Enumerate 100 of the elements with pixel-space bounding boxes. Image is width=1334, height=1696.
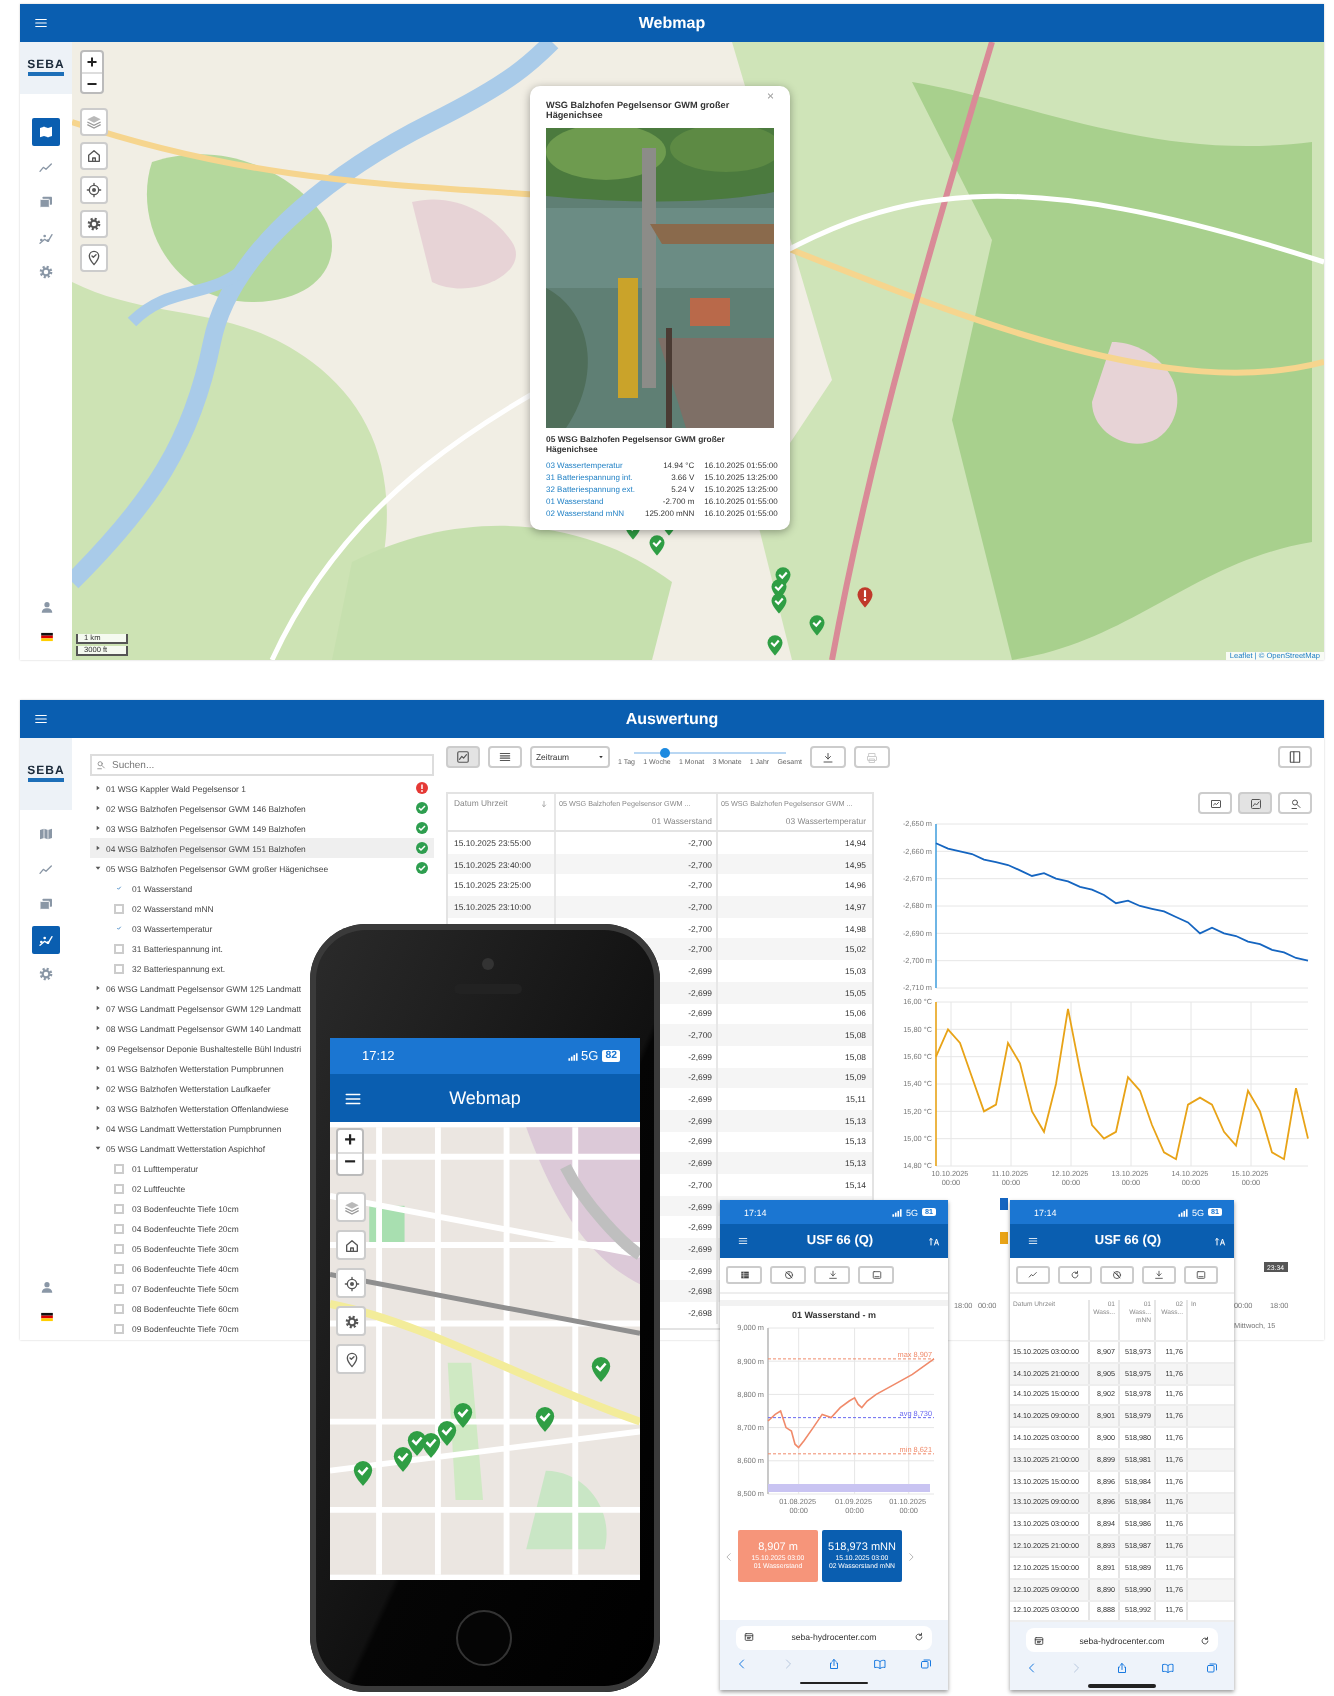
menu-icon: [34, 16, 48, 30]
line-chart-icon: [38, 159, 54, 176]
documents-icon: [38, 194, 54, 211]
user-icon[interactable]: [39, 1280, 53, 1294]
menu-button[interactable]: [734, 1232, 752, 1250]
image-icon: [871, 1270, 881, 1280]
map-icon: [38, 124, 54, 140]
zoom-button[interactable]: −: [338, 1152, 362, 1174]
chart-icon: [1249, 797, 1261, 809]
image-icon: [1209, 797, 1221, 809]
check-marker-icon[interactable]: [451, 1402, 473, 1428]
download-button[interactable]: [810, 746, 846, 768]
flag-icon[interactable]: [39, 1310, 53, 1324]
menu-icon: [1028, 1236, 1038, 1246]
legend-swatch[interactable]: [1000, 1198, 1008, 1210]
next-icon[interactable]: [906, 1551, 916, 1561]
slider-thumb[interactable]: [659, 748, 670, 758]
back-icon[interactable]: [1025, 1661, 1038, 1674]
map-icon: [38, 826, 54, 842]
clock-button[interactable]: [770, 1266, 806, 1284]
refresh-button[interactable]: [1058, 1266, 1092, 1284]
nav-button[interactable]: [32, 925, 60, 954]
layers-icon: [343, 1199, 359, 1215]
tabs-icon[interactable]: [1206, 1661, 1219, 1674]
table-button[interactable]: [726, 1266, 762, 1284]
signal-icon: [891, 1207, 902, 1217]
bookmarks-icon[interactable]: [1161, 1661, 1174, 1674]
signal-icon: [1177, 1207, 1188, 1217]
settings-button[interactable]: [336, 1306, 366, 1336]
check-marker-icon[interactable]: [589, 1356, 611, 1382]
settings-icon: [343, 1313, 359, 1329]
sort-icon[interactable]: [1213, 1235, 1226, 1247]
sort-icon[interactable]: [927, 1235, 940, 1247]
menu-icon: [34, 712, 48, 726]
image-icon: [1196, 1270, 1206, 1280]
previous-icon[interactable]: [724, 1551, 734, 1561]
checkbox[interactable]: [114, 883, 124, 893]
back-icon[interactable]: [735, 1658, 748, 1670]
share-icon[interactable]: [827, 1658, 840, 1670]
panel-button[interactable]: [1278, 746, 1312, 768]
header-title: Auswertung: [625, 710, 719, 728]
locate-icon: [343, 1275, 359, 1291]
list-icon: [498, 750, 512, 764]
bookmarks-icon[interactable]: [873, 1658, 886, 1670]
page-icon: [743, 1632, 754, 1642]
trend-icon: [38, 931, 54, 948]
download-icon: [822, 751, 834, 763]
header-title: Webmap: [638, 14, 706, 32]
print-icon: [866, 751, 878, 763]
menu-icon: [738, 1236, 748, 1246]
image-button[interactable]: [1184, 1266, 1218, 1284]
zoom-button[interactable]: +: [338, 1130, 362, 1152]
clock-icon: [783, 1270, 793, 1280]
zoom-icon: [1289, 797, 1301, 809]
download-icon: [1154, 1270, 1164, 1280]
view-toggle[interactable]: [446, 746, 480, 768]
check-marker-icon[interactable]: [351, 1460, 373, 1486]
caret-down-icon[interactable]: [94, 1144, 102, 1152]
line-chart-icon: [38, 861, 54, 878]
locate-button[interactable]: [336, 1268, 366, 1298]
reload-icon[interactable]: [914, 1632, 924, 1642]
checkbox[interactable]: [114, 923, 124, 933]
signal-icon: [567, 1051, 578, 1061]
nav-button[interactable]: [32, 118, 60, 146]
clock-icon: [1112, 1270, 1122, 1280]
pin-button[interactable]: [336, 1344, 366, 1374]
settings-icon: [38, 264, 54, 281]
trend-icon: [38, 229, 54, 246]
chart-mode-button[interactable]: [1198, 792, 1232, 814]
page-icon: [1033, 1635, 1044, 1646]
tabs-icon[interactable]: [919, 1658, 932, 1670]
chart-mode-button[interactable]: [1278, 792, 1312, 814]
download-button[interactable]: [1142, 1266, 1176, 1284]
check-marker-icon[interactable]: [435, 1420, 457, 1446]
chart-mode-button[interactable]: [1238, 792, 1272, 814]
header-title: Webmap: [449, 1088, 521, 1108]
menu-button[interactable]: [1024, 1232, 1042, 1250]
share-icon[interactable]: [1116, 1661, 1128, 1674]
flag-icon[interactable]: [39, 630, 53, 644]
menu-icon: [344, 1089, 362, 1107]
reload-icon[interactable]: [1200, 1635, 1211, 1646]
download-icon: [827, 1270, 837, 1280]
legend-swatch[interactable]: [1000, 1232, 1008, 1244]
view-toggle[interactable]: [488, 746, 522, 768]
panel-icon: [1288, 750, 1302, 764]
search-icon: [96, 760, 106, 770]
home-icon: [343, 1237, 359, 1253]
download-button[interactable]: [814, 1266, 850, 1284]
user-icon[interactable]: [39, 600, 53, 614]
refresh-icon: [1070, 1270, 1080, 1280]
table-icon: [739, 1270, 749, 1280]
image-button[interactable]: [858, 1266, 894, 1284]
settings-icon: [38, 966, 54, 983]
check-marker-icon[interactable]: [533, 1406, 555, 1432]
clock-button[interactable]: [1100, 1266, 1134, 1284]
caret-down-icon[interactable]: [94, 864, 102, 872]
documents-icon: [38, 896, 54, 913]
chart-icon: [456, 750, 470, 764]
check-marker-icon[interactable]: [405, 1430, 427, 1456]
check-marker-icon[interactable]: [391, 1446, 413, 1472]
